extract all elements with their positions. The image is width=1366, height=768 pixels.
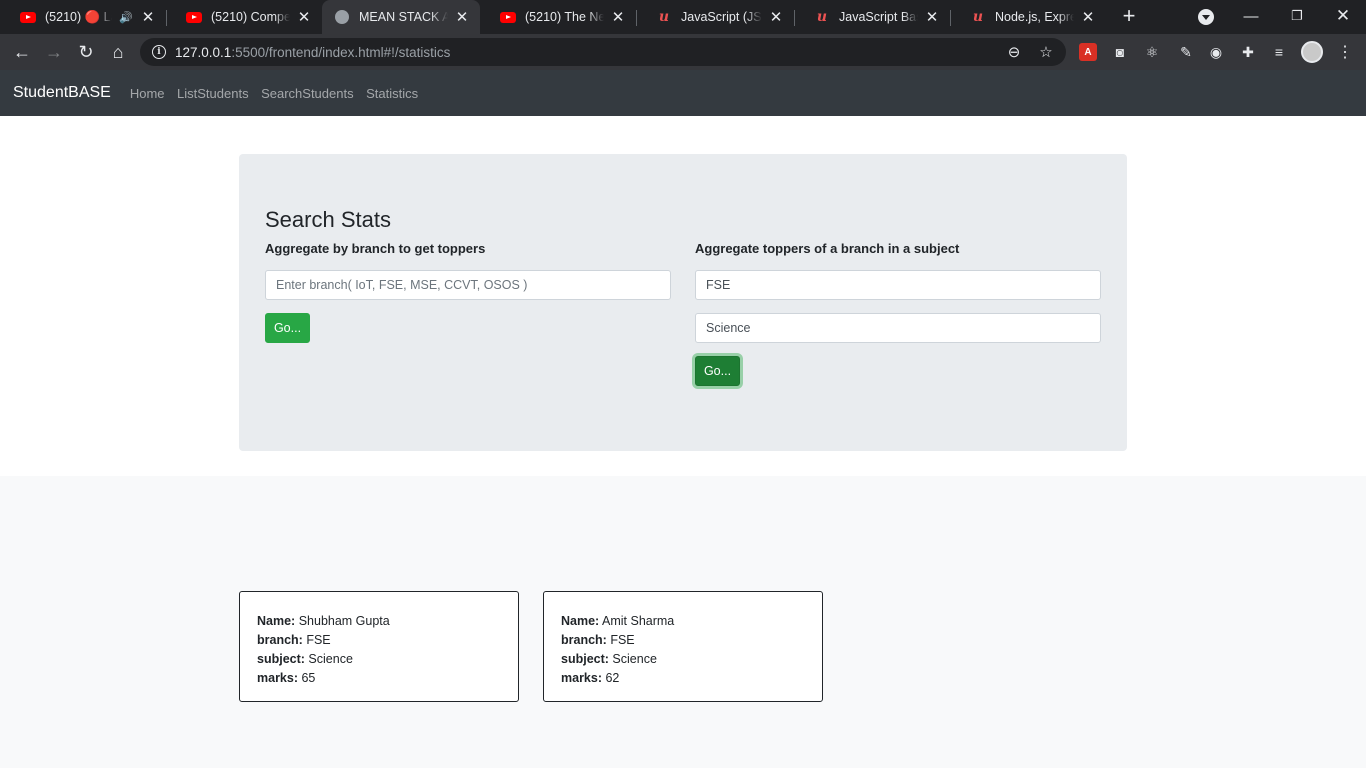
card-marks-row: marks: 62 (561, 671, 620, 685)
tab-title: (5210) 🔴 La (45, 9, 112, 24)
react-devtools-icon[interactable]: ⚛ (1143, 43, 1161, 61)
browser-tab-strip: (5210) 🔴 La 🔊 ✕ (5210) Competitive ✕ MEA… (0, 0, 1366, 34)
tab-title: JavaScript Basics f (839, 10, 918, 24)
topper-card: Name: Shubham Gupta branch: FSE subject:… (239, 591, 519, 702)
bookmark-star-icon[interactable]: ☆ (1038, 44, 1054, 61)
branch-input[interactable] (265, 270, 671, 300)
nav-link-search-students[interactable]: SearchStudents (261, 86, 354, 101)
card-name-row: Name: Amit Sharma (561, 614, 675, 628)
tab-search-icon[interactable] (1198, 9, 1214, 25)
pdf-extension-icon[interactable]: A (1079, 43, 1097, 61)
subject-toppers-heading: Aggregate toppers of a branch in a subje… (695, 241, 960, 256)
browser-tab-5[interactable]: u JavaScript (JS) Alg ✕ (636, 0, 794, 34)
student-subject: Science (308, 652, 353, 666)
branch-toppers-heading: Aggregate by branch to get toppers (265, 241, 486, 256)
topper-card: Name: Amit Sharma branch: FSE subject: S… (543, 591, 823, 702)
browser-tab-6[interactable]: u JavaScript Basics f ✕ (794, 0, 950, 34)
minimize-window-button[interactable]: — (1228, 0, 1274, 32)
camera-extension-icon[interactable]: ◙ (1111, 43, 1129, 61)
close-window-button[interactable]: ✕ (1320, 0, 1366, 32)
student-marks: 65 (301, 671, 316, 685)
student-branch: FSE (610, 633, 635, 647)
browser-tab-7[interactable]: u Node.js, Express, ✕ (950, 0, 1106, 34)
zoom-icon[interactable]: ⊖ (1006, 44, 1022, 61)
tab-title: MEAN STACK APP (359, 10, 448, 24)
student-name: Shubham Gupta (298, 614, 390, 628)
card-name-row: Name: Shubham Gupta (257, 614, 390, 628)
site-info-icon[interactable]: i (152, 45, 166, 59)
tab-close-icon[interactable]: ✕ (768, 9, 784, 26)
youtube-icon (186, 9, 202, 25)
pen-extension-icon[interactable]: ✎ (1177, 43, 1195, 61)
forward-arrow-icon[interactable]: → (40, 38, 68, 66)
student-name: Amit Sharma (602, 614, 675, 628)
browser-tab-1[interactable]: (5210) 🔴 La 🔊 ✕ (0, 0, 166, 34)
browser-tab-2[interactable]: (5210) Competitive ✕ (166, 0, 322, 34)
profile-avatar[interactable] (1301, 41, 1323, 63)
new-tab-button[interactable]: + (1118, 5, 1140, 28)
back-arrow-icon[interactable]: ← (8, 38, 36, 66)
app-navbar: StudentBASE Home ListStudents SearchStud… (0, 70, 1366, 116)
tab-audio-icon[interactable]: 🔊 (118, 9, 134, 25)
student-marks: 62 (605, 671, 620, 685)
browser-tab-4[interactable]: (5210) The Net Ni ✕ (480, 0, 636, 34)
student-branch: FSE (306, 633, 331, 647)
cursor-extension-icon[interactable]: ◉ (1207, 43, 1225, 61)
nav-link-list-students[interactable]: ListStudents (177, 86, 249, 101)
page-title: Search Stats (265, 207, 391, 232)
card-subject-row: subject: Science (561, 652, 657, 666)
reading-list-icon[interactable]: ≡ (1270, 43, 1288, 61)
youtube-icon (20, 9, 36, 25)
card-marks-row: marks: 65 (257, 671, 316, 685)
subject-go-button[interactable]: Go... (695, 356, 740, 386)
card-subject-row: subject: Science (257, 652, 353, 666)
tab-close-icon[interactable]: ✕ (296, 9, 312, 26)
tab-close-icon[interactable]: ✕ (1080, 9, 1096, 26)
nav-link-home[interactable]: Home (130, 86, 165, 101)
globe-icon (334, 9, 350, 25)
browser-toolbar: ← → ↻ ⌂ i 127.0.0.1:5500/frontend/index.… (0, 34, 1366, 70)
tab-title: Node.js, Express, (995, 10, 1074, 24)
browser-tab-3-active[interactable]: MEAN STACK APP ✕ (322, 0, 480, 34)
subject-input[interactable] (695, 313, 1101, 343)
reload-icon[interactable]: ↻ (72, 38, 100, 66)
branch-go-button[interactable]: Go... (265, 313, 310, 343)
card-branch-row: branch: FSE (257, 633, 331, 647)
tab-close-icon[interactable]: ✕ (140, 9, 156, 26)
tab-title: JavaScript (JS) Alg (681, 10, 762, 24)
address-bar[interactable]: i 127.0.0.1:5500/frontend/index.html#!/s… (140, 38, 1066, 66)
tab-title: (5210) Competitive (211, 10, 290, 24)
nav-link-statistics[interactable]: Statistics (366, 86, 418, 101)
subject-branch-input[interactable] (695, 270, 1101, 300)
search-stats-panel: Search Stats Aggregate by branch to get … (239, 154, 1127, 451)
extensions-puzzle-icon[interactable]: ✚ (1239, 43, 1257, 61)
udemy-icon: u (816, 9, 828, 25)
home-icon[interactable]: ⌂ (104, 38, 132, 66)
student-subject: Science (612, 652, 657, 666)
tab-close-icon[interactable]: ✕ (610, 9, 626, 26)
url-text[interactable]: 127.0.0.1:5500/frontend/index.html#!/sta… (175, 45, 450, 60)
udemy-icon: u (972, 9, 984, 25)
tab-title: (5210) The Net Ni (525, 10, 604, 24)
restore-window-button[interactable]: ❐ (1274, 0, 1320, 32)
navbar-brand[interactable]: StudentBASE (13, 84, 111, 102)
tab-close-icon[interactable]: ✕ (454, 9, 470, 26)
youtube-icon (500, 9, 516, 25)
udemy-icon: u (658, 9, 670, 25)
tab-close-icon[interactable]: ✕ (924, 9, 940, 26)
card-branch-row: branch: FSE (561, 633, 635, 647)
chrome-menu-icon[interactable]: ⋮ (1336, 43, 1354, 61)
